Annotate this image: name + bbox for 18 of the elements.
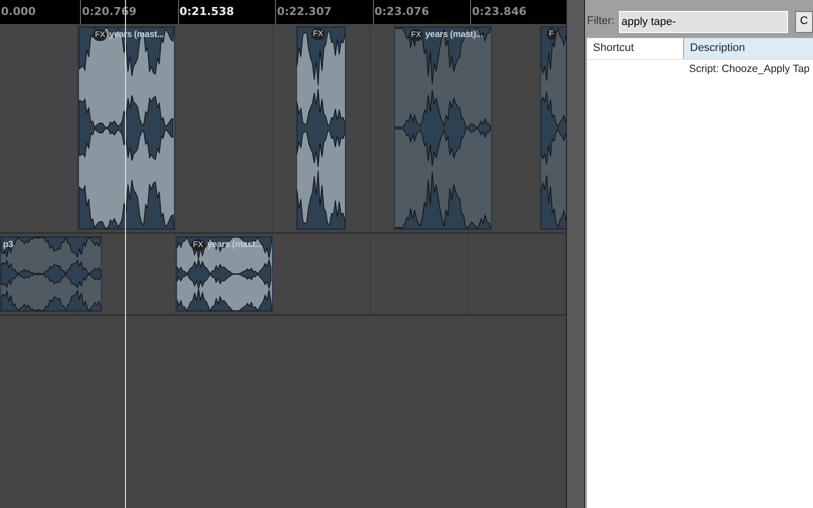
splitter-bar[interactable] bbox=[566, 0, 585, 508]
ruler-time-label: 0.000 bbox=[1, 6, 36, 18]
ruler-time-label: 0:21.538 bbox=[180, 6, 234, 18]
ruler-time-label: 0:23.846 bbox=[472, 6, 527, 18]
audio-clip[interactable]: F bbox=[540, 26, 566, 230]
filter-label: Filter: bbox=[587, 14, 614, 30]
column-header[interactable]: Shortcut bbox=[587, 40, 683, 57]
audio-clip[interactable]: p3 bbox=[0, 236, 102, 312]
clear-button[interactable]: C bbox=[795, 10, 813, 32]
audio-clip[interactable]: FX bbox=[296, 26, 346, 230]
filter-field[interactable]: apply tape- bbox=[618, 10, 788, 32]
audio-clip[interactable]: FX years (mast)... bbox=[394, 26, 492, 230]
table-cell-text: Script: Chooze_Apply Tap bbox=[688, 62, 810, 78]
clip-name: p3 bbox=[3, 238, 14, 251]
ruler-time-label: 0:22.307 bbox=[277, 6, 332, 18]
ruler-time-label: 0:23.076 bbox=[374, 6, 430, 18]
column-header[interactable]: Description bbox=[683, 38, 813, 59]
clip-name: years (mast)... bbox=[425, 28, 483, 41]
